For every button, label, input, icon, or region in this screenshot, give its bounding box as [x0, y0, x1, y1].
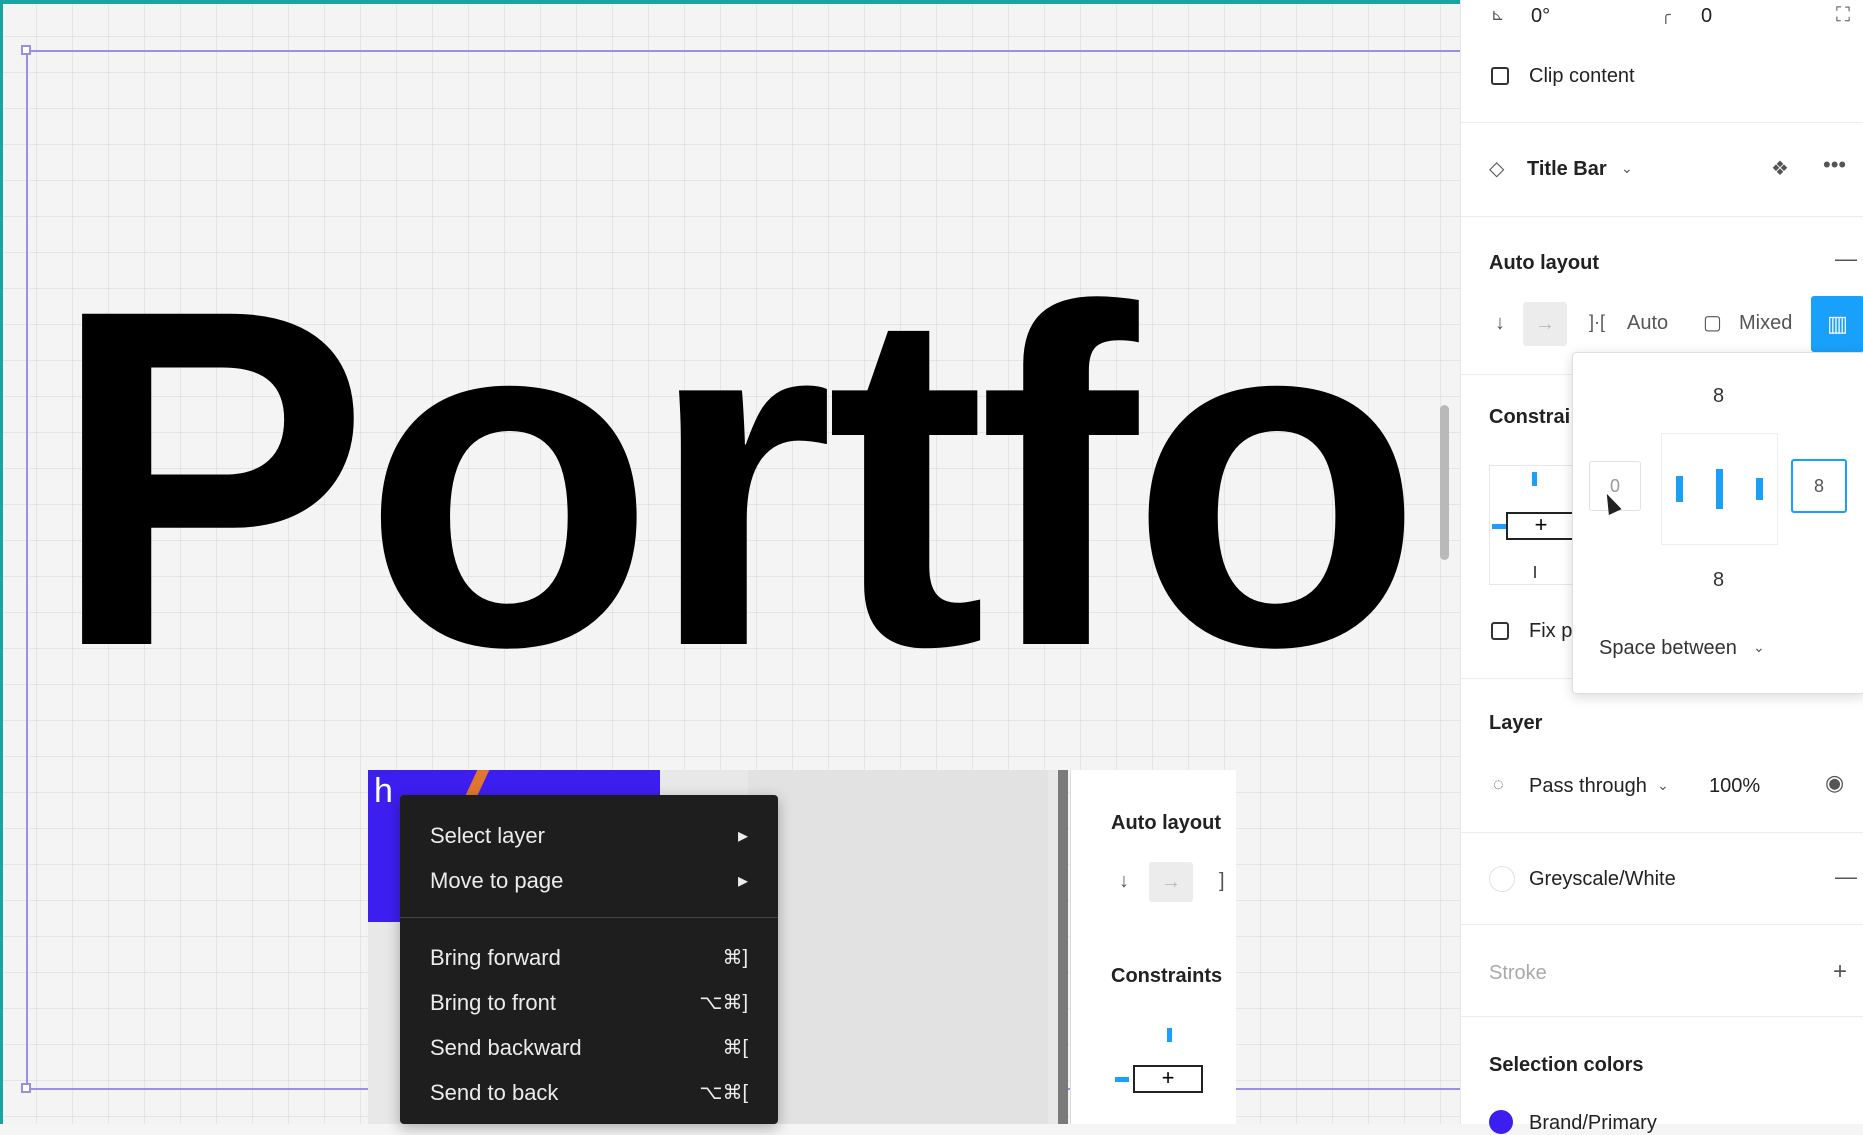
remove-auto-layout-icon[interactable]: — — [1835, 246, 1857, 272]
fix-position-checkbox[interactable] — [1491, 622, 1509, 640]
portfolio-title-text[interactable]: Portfo — [50, 238, 1423, 718]
menu-separator — [400, 917, 778, 918]
menu-item-label: Bring to front — [430, 990, 556, 1015]
menu-item-label: Bring forward — [430, 945, 561, 970]
menu-item-shortcut: ⌘[ — [722, 1037, 748, 1059]
section-divider — [1461, 1016, 1863, 1017]
padding-bar-right — [1756, 478, 1763, 500]
constraint-bottom-marker — [1534, 566, 1536, 578]
menu-item-shortcut: ⌘] — [722, 947, 748, 969]
menu-item-label: Send to back — [430, 1080, 559, 1105]
padding-bar-left — [1676, 476, 1683, 502]
spacing-icon: ] — [1219, 870, 1225, 892]
padding-popover: 8 0 8 8 Space between ⌄ — [1572, 352, 1863, 694]
padding-bar-center — [1716, 469, 1723, 509]
padding-right-input[interactable]: 8 — [1791, 459, 1847, 513]
menu-item-select-layer[interactable]: Select layer ▸ — [400, 817, 778, 857]
constraint-box: + — [1133, 1065, 1203, 1093]
direction-horizontal-button[interactable]: → — [1523, 302, 1567, 346]
auto-layout-title: Auto layout — [1489, 252, 1599, 274]
constraint-top-marker — [1532, 472, 1537, 486]
direction-horizontal-button[interactable]: → — [1149, 862, 1193, 902]
constraint-left-marker — [1115, 1077, 1129, 1082]
blend-mode-icon: ◌ — [1493, 774, 1504, 794]
menu-item-send-backward[interactable]: Send backward ⌘[ — [400, 1029, 778, 1069]
opacity-value[interactable]: 100% — [1709, 775, 1760, 798]
inset-divider — [1058, 770, 1068, 1124]
frame-top-edge — [26, 50, 1460, 52]
corner-radius-icon: ╭ — [1661, 7, 1671, 24]
component-instance-icon: ◇ — [1489, 158, 1505, 180]
constraint-left-marker — [1492, 524, 1506, 529]
arrow-down-icon[interactable]: ↓ — [1119, 870, 1129, 893]
menu-item-move-to-page[interactable]: Move to page ▸ — [400, 862, 778, 902]
layer-title: Layer — [1489, 712, 1543, 734]
inset-header-letter: h — [374, 772, 393, 810]
eye-icon[interactable]: ◉ — [1825, 770, 1844, 796]
section-divider — [1461, 832, 1863, 833]
padding-preview — [1661, 433, 1778, 545]
go-to-main-component-icon[interactable]: ❖ — [1771, 156, 1789, 181]
context-menu: Select layer ▸ Move to page ▸ Bring forw… — [400, 795, 778, 1124]
menu-item-shortcut: ⌥⌘[ — [699, 1082, 748, 1104]
selection-colors-title: Selection colors — [1489, 1054, 1644, 1076]
inset-auto-layout-title: Auto layout — [1111, 812, 1221, 834]
component-name[interactable]: Title Bar — [1527, 158, 1607, 181]
section-divider — [1461, 122, 1863, 123]
spacing-icon: ]·[ — [1589, 312, 1605, 332]
clip-content-label: Clip content — [1529, 65, 1635, 87]
inset-constraints-title: Constraints — [1111, 965, 1223, 987]
remove-fill-icon[interactable]: — — [1835, 864, 1857, 890]
spacing-mode-value[interactable]: Auto — [1627, 312, 1668, 335]
frame-resize-handle-top-left[interactable] — [21, 45, 31, 55]
constraints-title: Constrai — [1489, 406, 1571, 428]
padding-icon: ▢ — [1703, 312, 1722, 334]
constraint-box: + — [1506, 512, 1576, 540]
chevron-down-icon[interactable]: ⌄ — [1657, 777, 1669, 794]
inset-constraints-widget[interactable]: + — [1111, 1020, 1236, 1124]
menu-item-bring-forward[interactable]: Bring forward ⌘] — [400, 939, 778, 979]
corner-radius-value[interactable]: 0 — [1701, 5, 1712, 28]
section-divider — [1461, 924, 1863, 925]
constraints-widget[interactable]: + — [1489, 465, 1584, 585]
rotation-icon: ⊾ — [1491, 7, 1505, 24]
selection-color-swatch[interactable] — [1489, 1110, 1513, 1134]
menu-item-label: Select layer — [430, 823, 545, 848]
alignment-padding-button[interactable]: ▥ — [1811, 296, 1863, 352]
fix-position-label: Fix p — [1529, 620, 1573, 642]
padding-bottom-value[interactable]: 8 — [1713, 569, 1724, 592]
canvas-scrollbar[interactable] — [1440, 405, 1449, 560]
arrow-down-icon[interactable]: ↓ — [1495, 312, 1505, 335]
section-divider — [1461, 216, 1863, 217]
frame-left-edge — [26, 50, 28, 1090]
menu-item-bring-to-front[interactable]: Bring to front ⌥⌘] — [400, 984, 778, 1024]
chevron-down-icon[interactable]: ⌄ — [1753, 639, 1765, 656]
fill-swatch[interactable] — [1489, 866, 1515, 892]
chevron-down-icon[interactable]: ⌄ — [1621, 160, 1633, 177]
menu-item-label: Send backward — [430, 1035, 582, 1060]
independent-corners-icon[interactable]: ⛶ — [1836, 4, 1850, 27]
menu-item-send-to-back[interactable]: Send to back ⌥⌘[ — [400, 1074, 778, 1114]
clip-content-checkbox[interactable] — [1491, 67, 1509, 85]
submenu-arrow-icon: ▸ — [737, 825, 748, 847]
menu-item-label: Move to page — [430, 868, 564, 893]
padding-top-value[interactable]: 8 — [1713, 385, 1724, 408]
more-options-icon[interactable]: ••• — [1823, 152, 1846, 178]
stroke-title: Stroke — [1489, 962, 1547, 984]
blend-mode-value[interactable]: Pass through — [1529, 775, 1647, 798]
inset-gray-area — [748, 770, 1048, 1124]
constraint-top-marker — [1167, 1028, 1172, 1042]
distribution-dropdown[interactable]: Space between — [1599, 637, 1737, 660]
window-left-border — [0, 0, 3, 1124]
inset-properties-panel: Auto layout ↓ → ] Constraints + — [1070, 770, 1236, 1124]
padding-mode-value[interactable]: Mixed — [1739, 312, 1792, 335]
add-stroke-icon[interactable]: + — [1833, 958, 1847, 986]
rotation-value[interactable]: 0° — [1531, 5, 1550, 28]
menu-item-shortcut: ⌥⌘] — [699, 992, 748, 1014]
fill-name[interactable]: Greyscale/White — [1529, 868, 1676, 891]
frame-resize-handle-bottom-left[interactable] — [21, 1083, 31, 1093]
submenu-arrow-icon: ▸ — [737, 870, 748, 892]
